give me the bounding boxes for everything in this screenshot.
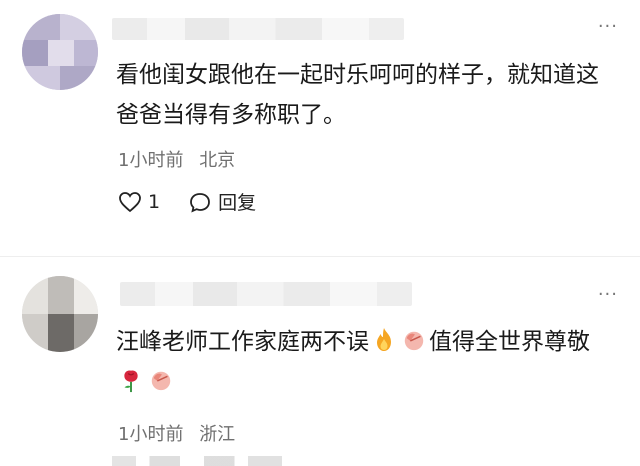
rose-emoji-icon	[124, 370, 138, 393]
comment-meta: 1小时前 北京	[118, 146, 235, 172]
username-blurred[interactable]	[112, 18, 404, 40]
like-count: 1	[148, 190, 161, 213]
comment-text: 汪峰老师工作家庭两不误 值得全世界尊敬	[116, 322, 620, 402]
avatar[interactable]	[22, 14, 98, 90]
like-button[interactable]: 1	[118, 191, 160, 213]
comment-location: 浙江	[199, 424, 236, 445]
reply-label: 回复	[218, 192, 257, 214]
comment-time: 1小时前	[118, 150, 184, 171]
comment-text-line2	[116, 369, 176, 395]
comment-bubble-icon	[190, 192, 211, 213]
more-dots-icon[interactable]: ···	[598, 16, 618, 37]
comment-text: 看他闺女跟他在一起时乐呵呵的样子，就知道这爸爸当得有多称职了。	[116, 62, 599, 128]
avatar[interactable]	[22, 276, 98, 352]
more-dots-icon[interactable]: ···	[598, 284, 618, 305]
username-blurred[interactable]	[120, 282, 412, 306]
reply-button[interactable]: 回复	[188, 188, 256, 215]
comment-actions: 1 回复	[118, 188, 278, 218]
comment-location: 北京	[199, 150, 236, 171]
comment-text-part2: 值得全世界尊敬	[429, 329, 590, 355]
comment-item-2: ··· 汪峰老师工作家庭两不误 值得全世界尊敬 1小时前 浙江	[0, 270, 640, 466]
fire-emoji-icon	[377, 328, 391, 351]
comment-text-part1: 汪峰老师工作家庭两不误	[116, 329, 369, 355]
comment-item-1: ··· 看他闺女跟他在一起时乐呵呵的样子，就知道这爸爸当得有多称职了。 1小时前…	[0, 0, 640, 244]
bow-emoji-icon	[404, 331, 424, 351]
comment-meta: 1小时前 浙江	[118, 420, 235, 446]
heart-icon	[119, 191, 141, 212]
comment-time: 1小时前	[118, 424, 184, 445]
comment-divider	[0, 256, 640, 257]
bow-emoji-icon	[151, 371, 171, 391]
next-comment-actions-partial	[112, 456, 282, 466]
